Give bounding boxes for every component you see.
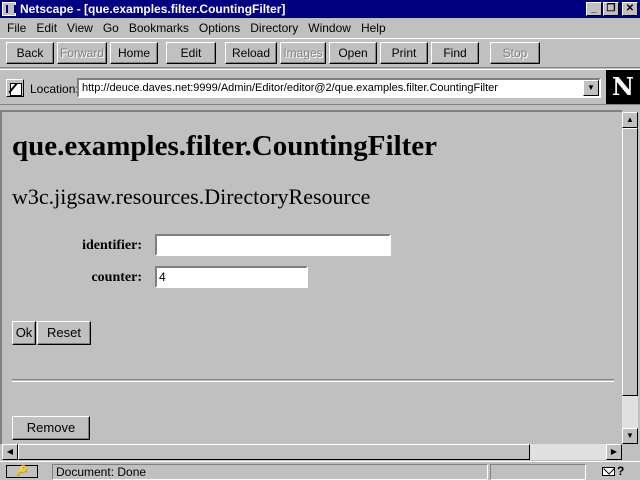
open-button[interactable]: Open xyxy=(329,42,377,64)
identifier-input[interactable] xyxy=(155,234,391,256)
url-text: http://deuce.daves.net:9999/Admin/Editor… xyxy=(82,82,498,94)
vertical-scroll-thumb[interactable] xyxy=(622,128,638,396)
location-label: Location: xyxy=(30,82,79,96)
menu-window[interactable]: Window xyxy=(303,21,356,35)
url-dropdown-button[interactable]: ▼ xyxy=(583,80,599,96)
ok-button[interactable]: Ok xyxy=(12,321,36,345)
remove-button[interactable]: Remove xyxy=(12,416,90,440)
forward-button[interactable]: Forward xyxy=(57,42,107,64)
netscape-app-icon[interactable] xyxy=(2,2,16,16)
menu-options[interactable]: Options xyxy=(194,21,245,35)
status-progress xyxy=(490,464,586,480)
identifier-label: identifier: xyxy=(82,238,142,253)
mail-icon[interactable] xyxy=(602,467,615,476)
title-bar: Netscape - [que.examples.filter.Counting… xyxy=(0,0,640,18)
window-title: Netscape - [que.examples.filter.Counting… xyxy=(20,2,286,16)
page-content: que.examples.filter.CountingFilter w3c.j… xyxy=(0,110,622,444)
status-bar: 🔑 Document: Done ? xyxy=(0,461,640,480)
images-button[interactable]: Images xyxy=(280,42,326,64)
key-icon[interactable]: 🔑 xyxy=(6,465,38,478)
location-bar: Location: http://deuce.daves.net:9999/Ad… xyxy=(0,69,640,105)
menu-directory[interactable]: Directory xyxy=(245,21,303,35)
menu-help[interactable]: Help xyxy=(356,21,391,35)
menu-edit[interactable]: Edit xyxy=(31,21,62,35)
netscape-logo[interactable]: N xyxy=(606,70,640,104)
stop-button[interactable]: Stop xyxy=(490,42,540,64)
scroll-right-icon[interactable]: ▶ xyxy=(606,444,622,460)
page-subheading: w3c.jigsaw.resources.DirectoryResource xyxy=(12,184,371,209)
vertical-scrollbar[interactable]: ▲ ▼ xyxy=(622,112,638,444)
menu-bookmarks[interactable]: Bookmarks xyxy=(124,21,194,35)
find-button[interactable]: Find xyxy=(431,42,479,64)
menu-go[interactable]: Go xyxy=(98,21,124,35)
scroll-down-icon[interactable]: ▼ xyxy=(622,428,638,444)
horizontal-divider xyxy=(12,379,614,382)
reset-button[interactable]: Reset xyxy=(37,321,91,345)
horizontal-scrollbar[interactable]: ◀ ▶ xyxy=(2,444,622,460)
horizontal-scroll-thumb[interactable] xyxy=(18,444,530,460)
menu-view[interactable]: View xyxy=(62,21,98,35)
counter-label: counter: xyxy=(91,270,142,285)
counter-input[interactable]: 4 xyxy=(155,266,308,288)
edit-button[interactable]: Edit xyxy=(166,42,216,64)
print-button[interactable]: Print xyxy=(380,42,428,64)
page-heading: que.examples.filter.CountingFilter xyxy=(12,130,438,162)
menu-file[interactable]: File xyxy=(2,21,31,35)
home-button[interactable]: Home xyxy=(110,42,158,64)
help-icon[interactable]: ? xyxy=(617,464,624,478)
menu-bar: File Edit View Go Bookmarks Options Dire… xyxy=(0,18,640,38)
restore-button[interactable]: ❐ xyxy=(603,2,619,16)
navigation-toolbar: Back Forward Home Edit Reload Images Ope… xyxy=(0,38,640,68)
bookmark-page-icon[interactable] xyxy=(6,79,24,97)
scroll-up-icon[interactable]: ▲ xyxy=(622,112,638,128)
close-button[interactable]: ✕ xyxy=(622,2,638,16)
back-button[interactable]: Back xyxy=(6,42,54,64)
minimize-button[interactable]: _ xyxy=(586,2,602,16)
reload-button[interactable]: Reload xyxy=(225,42,277,64)
scroll-left-icon[interactable]: ◀ xyxy=(2,444,18,460)
url-input[interactable]: http://deuce.daves.net:9999/Admin/Editor… xyxy=(77,78,601,98)
scrollbar-corner xyxy=(622,444,638,460)
status-text: Document: Done xyxy=(52,464,488,480)
